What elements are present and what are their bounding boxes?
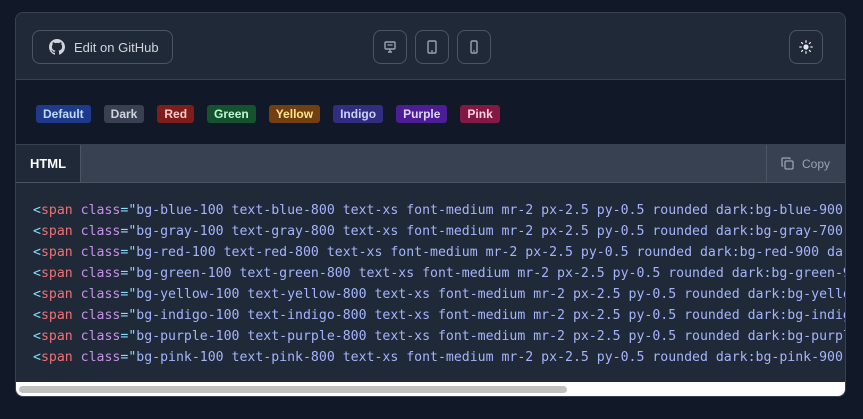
badge-pink: Pink <box>460 105 500 123</box>
code-lines: <span class="bg-blue-100 text-blue-800 t… <box>33 200 845 368</box>
code-punctuation: < <box>33 308 41 323</box>
sun-icon <box>799 40 813 54</box>
example-card: Edit on GitHub Default Dark Red Green Ye… <box>15 12 846 397</box>
badge-red: Red <box>157 105 195 123</box>
code-tag-name: span <box>40 245 73 260</box>
horizontal-scrollbar[interactable] <box>16 382 845 396</box>
code-class-value: bg-gray-100 text-gray-800 text-xs font-m… <box>136 224 843 239</box>
code-line: <span class="bg-yellow-100 text-yellow-8… <box>33 284 845 305</box>
preview-area: Default Dark Red Green Yellow Indigo Purple Pin… <box>16 80 845 145</box>
code-line: <span class="bg-purple-100 text-purple-8… <box>33 326 845 347</box>
code-attribute: class <box>80 329 121 344</box>
code-line: <span class="bg-red-100 text-red-800 tex… <box>33 242 845 263</box>
code-class-value: bg-indigo-100 text-indigo-800 text-xs fo… <box>136 308 845 323</box>
badge-indigo: Indigo <box>333 105 384 123</box>
code-attribute: class <box>80 203 121 218</box>
code-punctuation: =" <box>120 287 137 302</box>
code-class-value: bg-yellow-100 text-yellow-800 text-xs fo… <box>136 287 845 302</box>
code-punctuation: < <box>33 266 41 281</box>
code-tag-name: span <box>40 203 73 218</box>
code-punctuation: =" <box>120 203 137 218</box>
code-attribute: class <box>80 350 121 365</box>
code-line: <span class="bg-blue-100 text-blue-800 t… <box>33 200 845 221</box>
tab-html[interactable]: HTML <box>16 145 81 182</box>
code-punctuation: =" <box>120 329 137 344</box>
code-block: <span class="bg-blue-100 text-blue-800 t… <box>16 183 845 382</box>
code-attribute: class <box>80 287 121 302</box>
code-class-value: bg-purple-100 text-purple-800 text-xs fo… <box>136 329 845 344</box>
code-punctuation: < <box>33 245 41 260</box>
code-tag-name: span <box>40 266 73 281</box>
code-class-value: bg-red-100 text-red-800 text-xs font-med… <box>136 245 845 260</box>
edit-on-github-label: Edit on GitHub <box>74 39 159 55</box>
code-class-value: bg-green-100 text-green-800 text-xs font… <box>136 266 845 281</box>
badge-yellow: Yellow <box>268 105 321 123</box>
code-line: <span class="bg-indigo-100 text-indigo-8… <box>33 305 845 326</box>
code-tag-name: span <box>40 224 73 239</box>
tablet-view-button[interactable] <box>415 30 449 64</box>
code-punctuation: =" <box>120 308 137 323</box>
theme-toggle-button[interactable] <box>789 30 823 64</box>
code-punctuation: < <box>33 287 41 302</box>
code-class-value: bg-pink-100 text-pink-800 text-xs font-m… <box>136 350 843 365</box>
badge-list: Default Dark Red Green Yellow Indigo Purple Pin… <box>36 105 500 123</box>
code-tag-name: span <box>40 329 73 344</box>
code-tag-name: span <box>40 308 73 323</box>
code-punctuation: < <box>33 203 41 218</box>
badge-dark: Dark <box>103 105 145 123</box>
desktop-view-button[interactable] <box>373 30 407 64</box>
github-icon <box>49 39 65 55</box>
code-punctuation: < <box>33 329 41 344</box>
code-punctuation: =" <box>120 350 137 365</box>
desktop-icon <box>384 41 396 53</box>
scrollbar-thumb[interactable] <box>19 386 567 393</box>
badge-green: Green <box>207 105 256 123</box>
badge-default: Default <box>36 105 91 123</box>
code-attribute: class <box>80 224 121 239</box>
code-tab-bar: HTML Copy <box>16 145 845 183</box>
code-punctuation: < <box>33 224 41 239</box>
mobile-view-button[interactable] <box>457 30 491 64</box>
copy-label: Copy <box>802 156 831 171</box>
mobile-icon <box>470 40 478 54</box>
code-punctuation: =" <box>120 266 137 281</box>
code-class-value: bg-blue-100 text-blue-800 text-xs font-m… <box>136 203 843 218</box>
code-tag-name: span <box>40 350 73 365</box>
toolbar: Edit on GitHub <box>16 13 845 80</box>
tablet-icon <box>427 40 437 54</box>
code-line: <span class="bg-pink-100 text-pink-800 t… <box>33 347 845 368</box>
code-attribute: class <box>80 266 121 281</box>
edit-on-github-button[interactable]: Edit on GitHub <box>32 30 173 64</box>
code-line: <span class="bg-gray-100 text-gray-800 t… <box>33 221 845 242</box>
code-tag-name: span <box>40 287 73 302</box>
code-punctuation: < <box>33 350 41 365</box>
copy-icon <box>781 157 794 170</box>
code-line: <span class="bg-green-100 text-green-800… <box>33 263 845 284</box>
code-punctuation: =" <box>120 245 137 260</box>
code-attribute: class <box>80 245 121 260</box>
copy-button[interactable]: Copy <box>766 145 845 182</box>
code-punctuation: =" <box>120 224 137 239</box>
code-attribute: class <box>80 308 121 323</box>
badge-purple: Purple <box>396 105 448 123</box>
